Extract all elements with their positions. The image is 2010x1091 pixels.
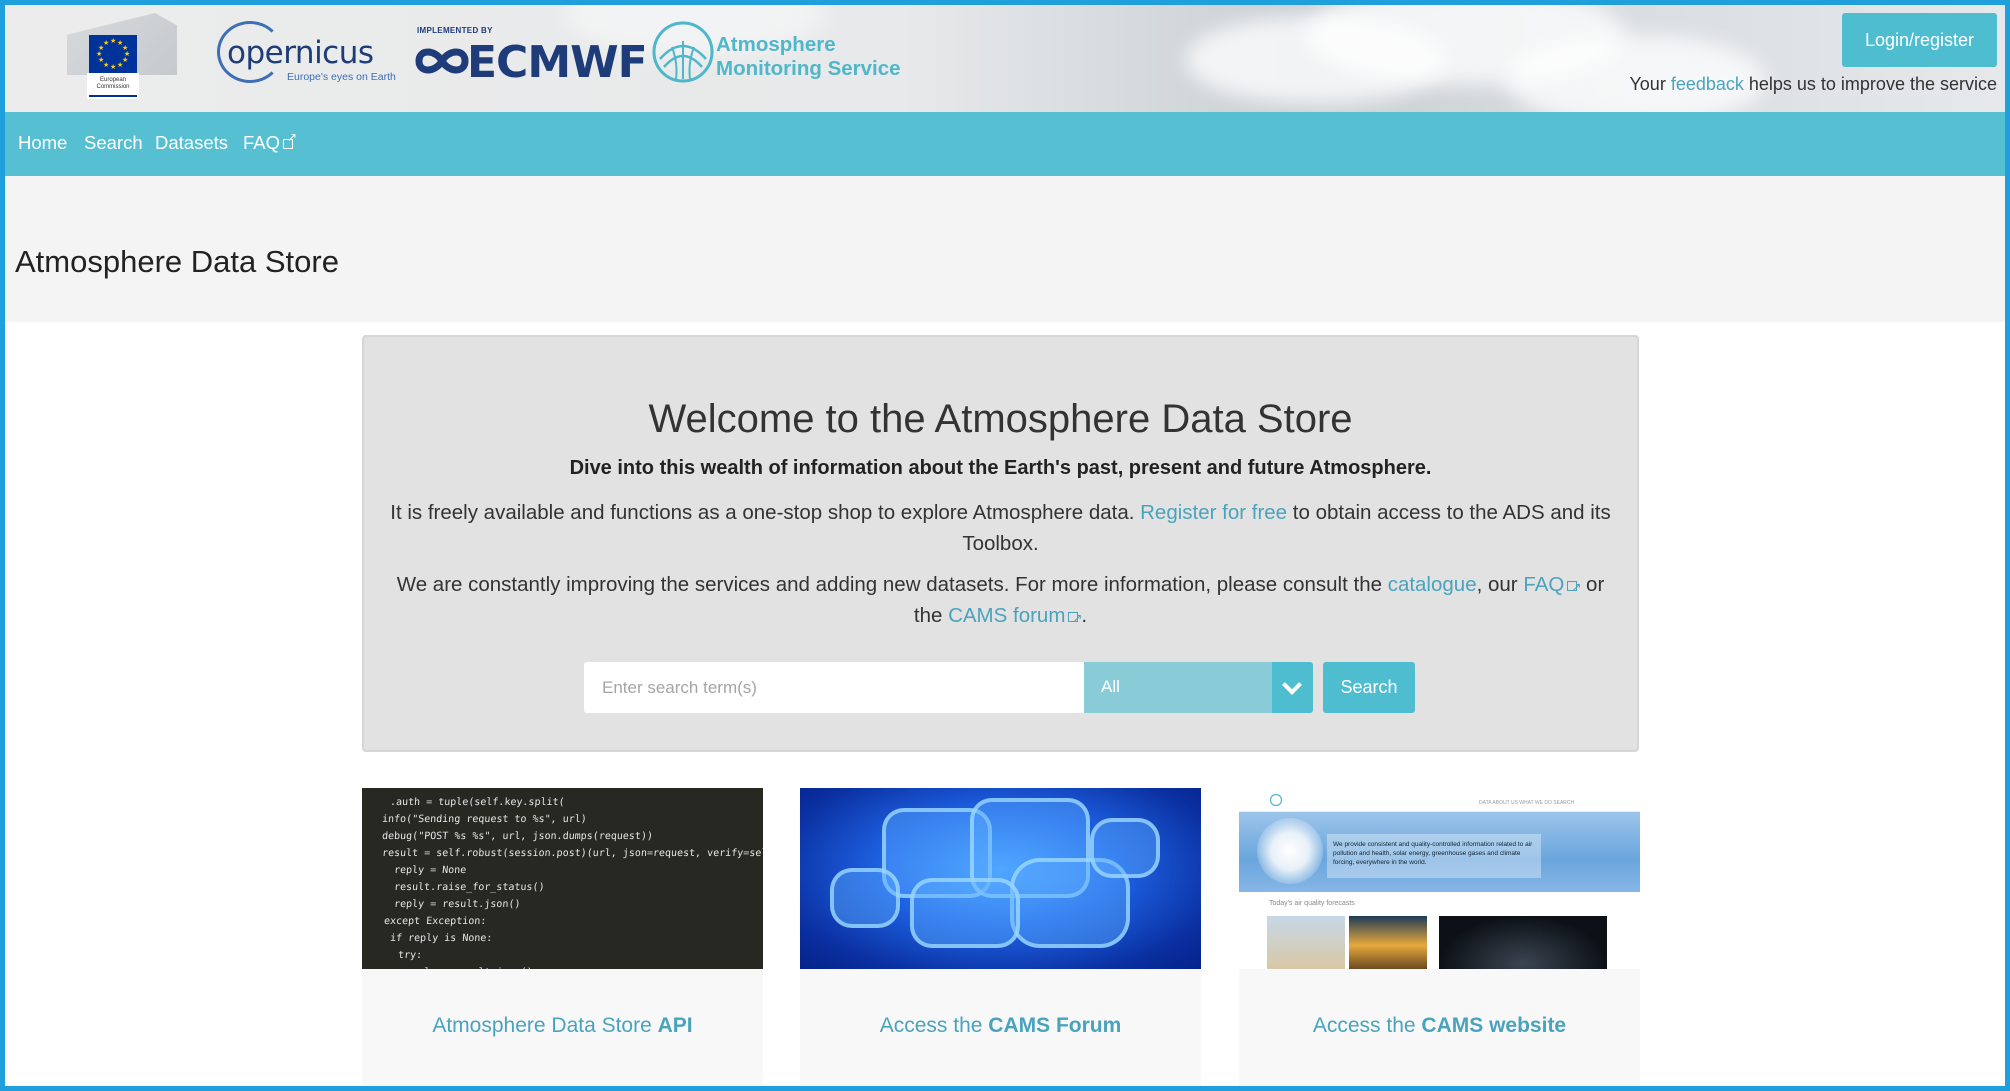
external-link-icon xyxy=(1068,603,1082,634)
code-line: reply = result.json() xyxy=(393,899,521,910)
ec-logo-text: European Commission xyxy=(87,73,139,99)
code-line: except Exception: xyxy=(383,916,487,927)
nav-item-datasets[interactable]: Datasets xyxy=(155,132,228,154)
welcome-panel: Welcome to the Atmosphere Data Store Div… xyxy=(362,335,1639,752)
feedback-link[interactable]: feedback xyxy=(1671,74,1744,94)
code-line: result = self.robust(session.post)(url, … xyxy=(381,848,763,859)
category-select[interactable]: All xyxy=(1084,662,1313,713)
card-label[interactable]: Atmosphere Data Store API xyxy=(362,1014,763,1038)
title-band: Atmosphere Data Store xyxy=(5,176,2005,322)
register-link[interactable]: Register for free xyxy=(1140,501,1287,524)
nav-item-search[interactable]: Search xyxy=(84,132,143,154)
category-select-value: All xyxy=(1101,677,1120,696)
welcome-heading: Welcome to the Atmosphere Data Store xyxy=(648,397,1353,441)
copernicus-logo[interactable]: opernicus Europe's eyes on Earth xyxy=(217,19,396,89)
code-line: debug("POST %s %s", url, json.dumps(requ… xyxy=(381,831,654,842)
external-link-icon xyxy=(1567,572,1581,603)
code-line: reply = None xyxy=(393,865,467,876)
feedback-note: Your feedback helps us to improve the se… xyxy=(1629,74,1997,94)
welcome-lead: Dive into this wealth of information abo… xyxy=(569,457,1432,479)
cams-logo[interactable]: Atmosphere Monitoring Service xyxy=(650,17,910,89)
card-cams-website[interactable]: DATA ABOUT US WHAT WE DO SEARCH We provi… xyxy=(1239,788,1640,1091)
ecmwf-wordmark: ECMWF xyxy=(467,37,648,88)
search-button[interactable]: Search xyxy=(1323,662,1415,713)
european-commission-logo[interactable]: ★ ★ ★ ★ ★ ★ ★ ★ ★ ★ ★ ★ European Commiss… xyxy=(67,13,177,99)
search-input[interactable] xyxy=(584,662,1084,713)
code-line: .auth = tuple(self.key.split( xyxy=(389,797,565,808)
welcome-paragraph-2: We are constantly improving the services… xyxy=(386,569,1615,634)
ecmwf-icon xyxy=(415,48,469,74)
card-label[interactable]: Access the CAMS Forum xyxy=(800,1014,1201,1038)
main-nav: Home Search Datasets FAQ xyxy=(5,112,2005,176)
external-link-icon xyxy=(283,130,297,149)
card-cams-forum[interactable]: Access the CAMS Forum xyxy=(800,788,1201,1091)
chat-bubbles-image xyxy=(800,788,1201,969)
login-register-button[interactable]: Login/register xyxy=(1842,13,1997,67)
faq-link[interactable]: FAQ xyxy=(1523,572,1581,603)
cams-logo-line2: Monitoring Service xyxy=(716,57,901,80)
card-ads-api[interactable]: .auth = tuple(self.key.split( info("Sendi… xyxy=(362,788,763,1091)
code-line: info("Sending request to %s", url) xyxy=(381,814,588,825)
catalogue-link[interactable]: catalogue xyxy=(1388,573,1477,596)
chevron-down-icon[interactable] xyxy=(1272,662,1313,713)
code-line: reply = result.json() xyxy=(379,964,763,969)
copernicus-tagline: Europe's eyes on Earth xyxy=(287,71,396,83)
site-header: ★ ★ ★ ★ ★ ★ ★ ★ ★ ★ ★ ★ European Commiss… xyxy=(5,5,2005,112)
welcome-paragraph-1: It is freely available and functions as … xyxy=(390,501,1611,555)
globe-icon xyxy=(652,21,714,83)
eu-flag-icon: ★ ★ ★ ★ ★ ★ ★ ★ ★ ★ ★ ★ xyxy=(89,35,137,73)
card-label[interactable]: Access the CAMS website xyxy=(1239,1014,1640,1038)
cams-website-preview-image: DATA ABOUT US WHAT WE DO SEARCH We provi… xyxy=(1239,788,1640,969)
code-line: if reply is None: xyxy=(389,933,493,944)
cams-forum-link[interactable]: CAMS forum xyxy=(948,603,1082,634)
code-line: result.raise_for_status() xyxy=(393,882,545,893)
nav-item-faq[interactable]: FAQ xyxy=(243,130,297,154)
copernicus-wordmark: opernicus xyxy=(227,35,374,71)
ecmwf-logo[interactable]: IMPLEMENTED BY ECMWF xyxy=(415,23,648,88)
nav-item-home[interactable]: Home xyxy=(18,132,67,154)
code-line: try: xyxy=(397,950,423,961)
code-screenshot-image: .auth = tuple(self.key.split( info("Sendi… xyxy=(362,788,763,969)
ecmwf-implemented-by: IMPLEMENTED BY xyxy=(417,26,493,35)
page-title: Atmosphere Data Store xyxy=(15,244,339,279)
search-bar: All Search xyxy=(584,662,1415,713)
cams-logo-line1: Atmosphere xyxy=(716,33,836,56)
